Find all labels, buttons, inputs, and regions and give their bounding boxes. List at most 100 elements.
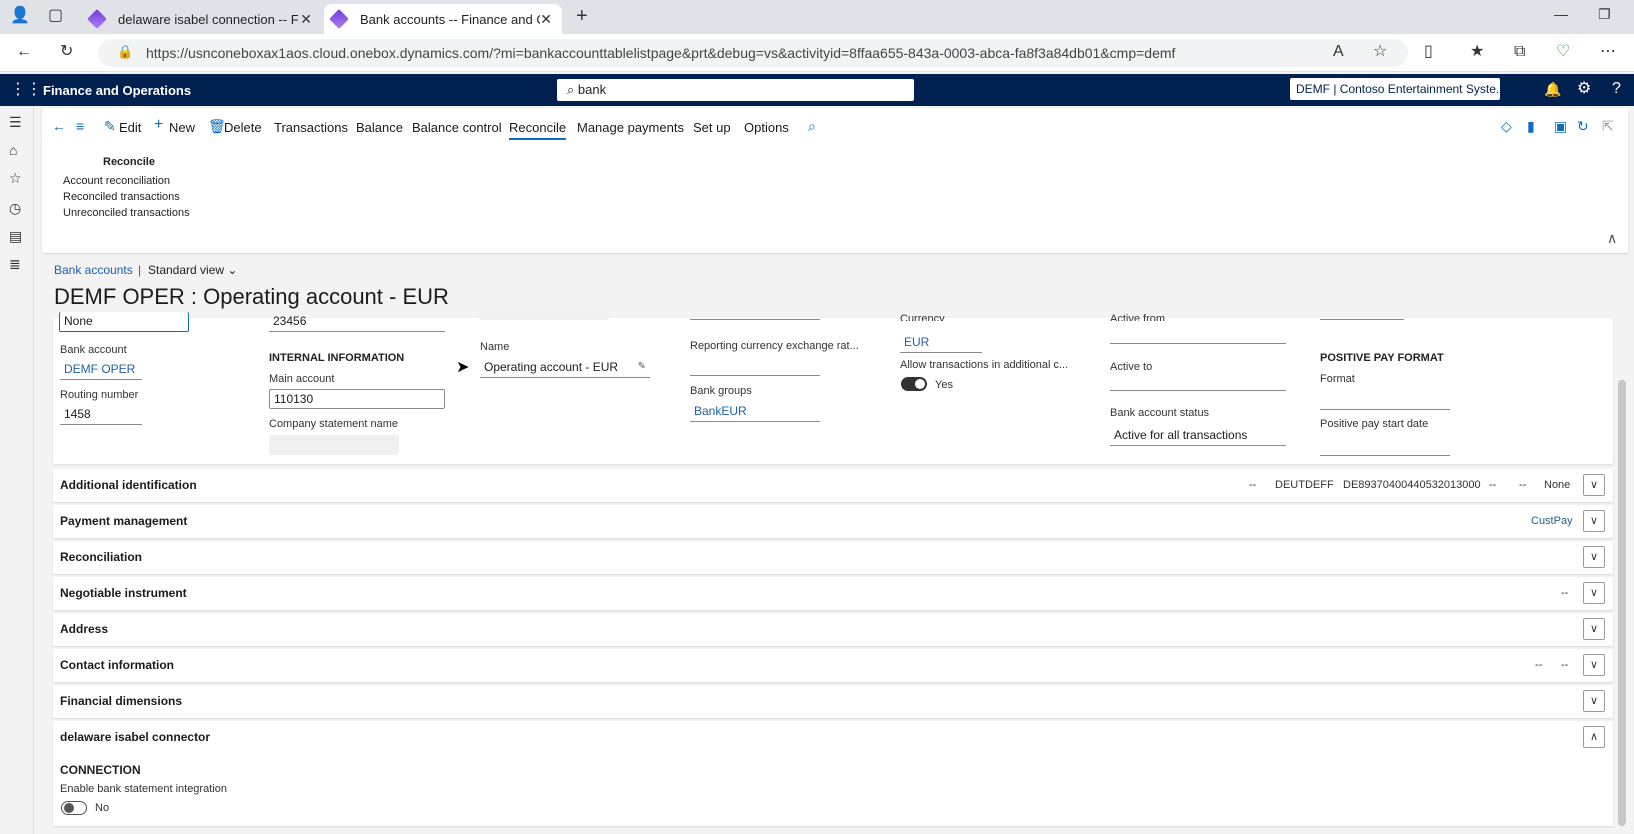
view-selector[interactable]: Standard view ⌄ [148, 263, 237, 277]
favorites-icon[interactable]: ★ [1470, 44, 1484, 60]
routing-number-field[interactable]: 1458 [60, 405, 142, 425]
pencil-icon[interactable]: ✎ [638, 358, 646, 376]
close-tab-icon[interactable]: ✕ [540, 11, 552, 28]
refresh-page-icon[interactable]: ↻ [1577, 118, 1589, 135]
collapse-icon[interactable]: ∧ [1607, 230, 1617, 247]
reconciled-transactions-link[interactable]: Reconciled transactions [63, 191, 180, 203]
main-account-field[interactable]: 110130 [269, 389, 445, 409]
name-field[interactable]: Operating account - EUR ✎ [480, 358, 650, 378]
tab-reconcile[interactable]: Reconcile [509, 120, 567, 140]
chevron-down-icon[interactable]: ∨ [1583, 474, 1605, 496]
browser-tab-2[interactable]: Bank accounts -- Finance and Op ✕ [324, 4, 562, 34]
partial-number-field[interactable]: 23456 [269, 312, 445, 332]
split-screen-icon[interactable]: ▯ [1424, 44, 1433, 60]
unreconciled-transactions-link[interactable]: Unreconciled transactions [63, 207, 190, 219]
list-icon[interactable]: ≡ [76, 118, 84, 134]
close-tab-icon[interactable]: ✕ [300, 11, 312, 28]
power-apps-icon[interactable]: ◇ [1501, 118, 1512, 135]
allow-transactions-value: Yes [935, 379, 953, 391]
back-arrow-icon[interactable]: ← [52, 118, 66, 134]
summary-value: None [1544, 479, 1571, 491]
summary-value: -- [1561, 587, 1569, 599]
read-aloud-icon[interactable]: A [1333, 44, 1344, 60]
minimize-icon[interactable]: — [1554, 6, 1568, 22]
bank-account-label: Bank account [60, 344, 127, 356]
chevron-down-icon[interactable]: ∨ [1583, 582, 1605, 604]
fasttab-additional-identification[interactable]: Additional identification -- DEUTDEFF DE… [53, 469, 1613, 502]
back-icon[interactable]: ← [16, 44, 32, 60]
format-field[interactable] [1320, 390, 1450, 410]
fasttab-negotiable-instrument[interactable]: Negotiable instrument -- ∨ [53, 577, 1613, 610]
balance-control-button[interactable]: Balance control [412, 120, 502, 135]
chevron-down-icon[interactable]: ∨ [1583, 546, 1605, 568]
reporting-rate-field[interactable] [690, 356, 820, 376]
fasttab-delaware-isabel-connector[interactable]: delaware isabel connector ∧ CONNECTION E… [53, 721, 1613, 826]
fasttab-payment-management[interactable]: Payment management CustPay ∨ [53, 505, 1613, 538]
currency-field[interactable]: EUR [900, 333, 982, 353]
chevron-down-icon[interactable]: ∨ [1583, 618, 1605, 640]
attachments-icon[interactable]: ▣ [1554, 118, 1567, 135]
home-icon[interactable]: ⌂ [9, 142, 17, 158]
fasttab-reconciliation[interactable]: Reconciliation ∨ [53, 541, 1613, 574]
refresh-icon[interactable]: ↻ [60, 44, 73, 60]
app-launcher-icon[interactable]: ⋮⋮ [10, 82, 42, 98]
fasttab-address[interactable]: Address ∨ [53, 613, 1613, 646]
star-icon[interactable]: ☆ [9, 170, 22, 187]
company-statement-field[interactable] [269, 435, 399, 455]
bank-account-status-field[interactable]: Active for all transactions [1110, 426, 1286, 446]
edit-button[interactable]: Edit [119, 120, 141, 135]
options-button[interactable]: Options [744, 120, 789, 135]
enable-integration-toggle[interactable] [61, 801, 87, 815]
more-icon[interactable]: ⋯ [1600, 44, 1616, 60]
lock-icon[interactable]: 🔒 [117, 45, 133, 58]
hamburger-icon[interactable]: ☰ [9, 114, 22, 131]
new-tab-icon[interactable]: + [576, 6, 588, 26]
chevron-down-icon[interactable]: ∨ [1583, 690, 1605, 712]
help-icon[interactable]: ? [1612, 81, 1621, 97]
summary-link[interactable]: CustPay [1531, 515, 1573, 527]
transactions-button[interactable]: Transactions [274, 120, 348, 135]
fasttab-financial-dimensions[interactable]: Financial dimensions ∨ [53, 685, 1613, 718]
bank-account-field[interactable]: DEMF OPER [60, 360, 142, 380]
browser-tab-1[interactable]: delaware isabel connection -- Fin ✕ [82, 4, 322, 34]
balance-button[interactable]: Balance [356, 120, 403, 135]
gear-icon[interactable]: ⚙ [1577, 81, 1591, 97]
active-to-field[interactable] [1110, 371, 1286, 391]
bell-icon[interactable]: 🔔 [1544, 82, 1561, 96]
name-label: Name [480, 341, 510, 353]
none-field[interactable]: None [59, 312, 189, 332]
positive-pay-heading: POSITIVE PAY FORMAT [1320, 352, 1444, 364]
manage-payments-button[interactable]: Manage payments [577, 120, 684, 135]
allow-transactions-toggle[interactable] [901, 377, 927, 391]
company-picker[interactable]: DEMF | Contoso Entertainment Syste... [1290, 78, 1500, 100]
modules-icon[interactable]: ≣ [9, 256, 21, 273]
new-button[interactable]: New [169, 120, 195, 135]
url-input[interactable]: https://usnconeboxax1aos.cloud.onebox.dy… [98, 39, 1408, 67]
main-account-label: Main account [269, 373, 335, 385]
browser-essentials-icon[interactable]: ♡ [1556, 44, 1570, 60]
bank-groups-field[interactable]: BankEUR [690, 402, 820, 422]
search-input[interactable]: ⌕ bank [557, 79, 914, 101]
chevron-up-icon[interactable]: ∧ [1583, 726, 1605, 748]
recent-icon[interactable]: ◷ [9, 200, 21, 217]
fasttab-title: delaware isabel connector [60, 730, 211, 744]
chevron-down-icon[interactable]: ∨ [1583, 654, 1605, 676]
fasttab-contact-information[interactable]: Contact information -- -- ∨ [53, 649, 1613, 682]
favorite-icon[interactable]: ☆ [1373, 44, 1387, 60]
breadcrumb-bank-accounts[interactable]: Bank accounts [54, 263, 133, 277]
workspaces-icon[interactable]: ▤ [9, 228, 22, 245]
account-reconciliation-link[interactable]: Account reconciliation [63, 175, 170, 187]
profile-icon[interactable]: 👤 [10, 8, 30, 24]
positive-pay-start-date-field[interactable] [1320, 436, 1450, 456]
restore-icon[interactable]: ❐ [1598, 6, 1611, 23]
scrollbar[interactable] [1618, 380, 1626, 826]
set-up-button[interactable]: Set up [693, 120, 731, 135]
open-new-window-icon[interactable]: ⇱ [1602, 118, 1614, 135]
tab-actions-icon[interactable]: ▢ [48, 8, 63, 24]
chevron-down-icon[interactable]: ∨ [1583, 510, 1605, 532]
active-from-field[interactable] [1110, 324, 1286, 344]
find-icon[interactable]: ⌕ [808, 118, 816, 135]
office-icon[interactable]: ▮ [1527, 118, 1535, 135]
collections-icon[interactable]: ⧉ [1514, 44, 1525, 60]
delete-button[interactable]: Delete [224, 120, 262, 135]
